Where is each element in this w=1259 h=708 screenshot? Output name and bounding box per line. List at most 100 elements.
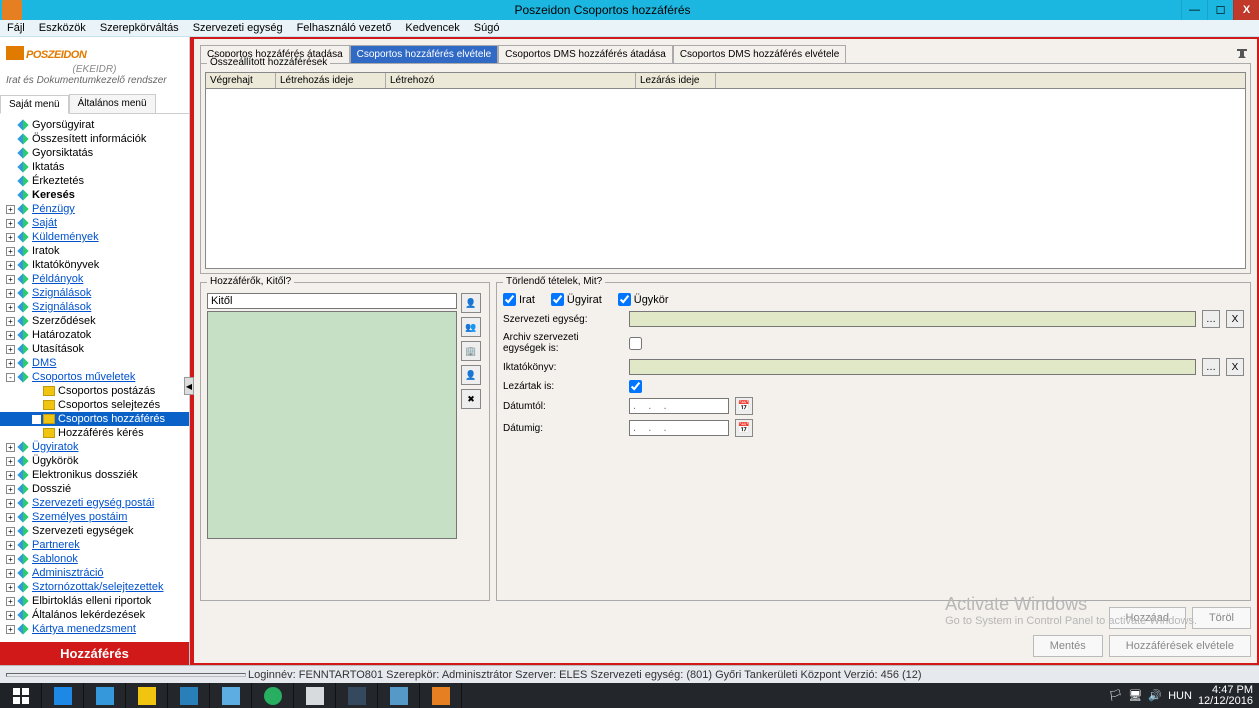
lookup-button-3[interactable]: 🏢	[461, 341, 481, 361]
menu-sugo[interactable]: Súgó	[467, 20, 507, 36]
datumtol-picker[interactable]: 📅	[735, 397, 753, 415]
taskbar-app4[interactable]	[294, 683, 336, 708]
sidebar-collapse-handle[interactable]: ◀	[184, 377, 194, 395]
tree-node[interactable]: +Dosszié	[0, 482, 189, 496]
kitol-listbox[interactable]	[207, 311, 457, 539]
col-letrehozo[interactable]: Létrehozó	[386, 73, 636, 88]
tree-node[interactable]: +Szerződések	[0, 314, 189, 328]
tree-node[interactable]: Gyorsiktatás	[0, 146, 189, 160]
menu-kedvencek[interactable]: Kedvencek	[398, 20, 466, 36]
lezartak-checkbox[interactable]	[629, 380, 642, 393]
hozzaad-button[interactable]: Hozzáad	[1109, 607, 1186, 629]
chk-ugyirat[interactable]: Ügyirat	[551, 293, 602, 306]
tray-sound-icon[interactable]: 🔊	[1148, 689, 1162, 702]
navigation-tree[interactable]: GyorsügyiratÖsszesített információkGyors…	[0, 114, 189, 642]
tray-clock[interactable]: 4:47 PM 12/12/2016	[1198, 685, 1253, 707]
tree-node[interactable]: +Példányok	[0, 272, 189, 286]
taskbar-files[interactable]	[126, 683, 168, 708]
lookup-button-2[interactable]: 👥	[461, 317, 481, 337]
tree-node[interactable]: Hozzáférés kérés	[0, 426, 189, 440]
tab-dms-elvetel[interactable]: Csoportos DMS hozzáférés elvétele	[673, 45, 847, 63]
elvetel-button[interactable]: Hozzáférések elvétele	[1109, 635, 1251, 657]
tree-node[interactable]: +Adminisztráció	[0, 566, 189, 580]
lookup-button-5[interactable]: ✖	[461, 389, 481, 409]
tree-node[interactable]: +Általános lekérdezések	[0, 608, 189, 622]
taskbar-poszeidon[interactable]	[420, 683, 462, 708]
tree-node[interactable]: Csoportos hozzáférés	[0, 412, 189, 426]
tree-node[interactable]: +Elektronikus dossziék	[0, 468, 189, 482]
chk-irat[interactable]: Irat	[503, 293, 535, 306]
kitol-input[interactable]	[207, 293, 457, 309]
archiv-checkbox[interactable]	[629, 337, 642, 350]
tree-node[interactable]: +Szignálások	[0, 286, 189, 300]
szerv-lookup[interactable]: …	[1202, 310, 1220, 328]
tree-node[interactable]: +Szignálások	[0, 300, 189, 314]
system-tray[interactable]: 🏳 🖥 🔊 HUN 4:47 PM 12/12/2016	[1102, 685, 1259, 707]
side-tab-altalanos[interactable]: Általános menü	[69, 94, 156, 113]
taskbar-app2[interactable]	[210, 683, 252, 708]
datumtol-input[interactable]	[629, 398, 729, 414]
tree-node[interactable]: +Személyes postáim	[0, 510, 189, 524]
tree-node[interactable]: +Sablonok	[0, 552, 189, 566]
tree-node[interactable]: +Ügykörök	[0, 454, 189, 468]
tree-node[interactable]: Keresés	[0, 188, 189, 202]
menu-fajl[interactable]: Fájl	[0, 20, 32, 36]
mentes-button[interactable]: Mentés	[1033, 635, 1103, 657]
tree-node[interactable]: Gyorsügyirat	[0, 118, 189, 132]
tree-node[interactable]: -Csoportos műveletek	[0, 370, 189, 384]
menu-felhasznalo[interactable]: Felhasználó vezető	[290, 20, 399, 36]
tree-node[interactable]: +Saját	[0, 216, 189, 230]
tree-node[interactable]: +Pénzügy	[0, 202, 189, 216]
tree-node[interactable]: Érkeztetés	[0, 174, 189, 188]
col-lezaras[interactable]: Lezárás ideje	[636, 73, 716, 88]
tab-dms-atadas[interactable]: Csoportos DMS hozzáférés átadása	[498, 45, 673, 63]
tree-node[interactable]: Összesített információk	[0, 132, 189, 146]
datumig-picker[interactable]: 📅	[735, 419, 753, 437]
lookup-button-4[interactable]: 👤	[461, 365, 481, 385]
lookup-button-1[interactable]: 👤	[461, 293, 481, 313]
tree-node[interactable]: +Sztornózottak/selejtezettek	[0, 580, 189, 594]
tree-node[interactable]: +Küldemények	[0, 230, 189, 244]
maximize-button[interactable]: ☐	[1207, 0, 1233, 20]
tree-node[interactable]: Csoportos selejtezés	[0, 398, 189, 412]
tray-network-icon[interactable]: 🖥	[1128, 689, 1142, 702]
tree-node[interactable]: Iktatás	[0, 160, 189, 174]
tree-node[interactable]: +Ügyiratok	[0, 440, 189, 454]
tree-node[interactable]: +Iktatókönyvek	[0, 258, 189, 272]
tree-node[interactable]: Csoportos postázás	[0, 384, 189, 398]
taskbar-explorer[interactable]	[42, 683, 84, 708]
close-button[interactable]: X	[1233, 0, 1259, 20]
taskbar-app3[interactable]	[252, 683, 294, 708]
menu-szervezeti[interactable]: Szervezeti egység	[186, 20, 290, 36]
menu-szerepkor[interactable]: Szerepkörváltás	[93, 20, 186, 36]
tree-node[interactable]: +Kártya menedzsment	[0, 622, 189, 636]
szerv-input[interactable]	[629, 311, 1196, 327]
tree-node[interactable]: +Szervezeti egységek	[0, 524, 189, 538]
taskbar-powershell[interactable]	[84, 683, 126, 708]
tree-node[interactable]: +Partnerek	[0, 538, 189, 552]
pin-icon[interactable]	[1235, 47, 1249, 61]
taskbar-app5[interactable]	[336, 683, 378, 708]
grid-body[interactable]	[205, 89, 1246, 269]
iktato-lookup[interactable]: …	[1202, 358, 1220, 376]
menu-eszkozok[interactable]: Eszközök	[32, 20, 93, 36]
datumig-input[interactable]	[629, 420, 729, 436]
tree-node[interactable]: +DMS	[0, 356, 189, 370]
iktato-input[interactable]	[629, 359, 1196, 375]
minimize-button[interactable]: —	[1181, 0, 1207, 20]
taskbar-app1[interactable]	[168, 683, 210, 708]
tree-node[interactable]: +Elbirtoklás elleni riportok	[0, 594, 189, 608]
tree-node[interactable]: +Határozatok	[0, 328, 189, 342]
tray-lang[interactable]: HUN	[1168, 690, 1192, 702]
tree-node[interactable]: +Utasítások	[0, 342, 189, 356]
col-vegrehajt[interactable]: Végrehajt	[206, 73, 276, 88]
iktato-clear[interactable]: X	[1226, 358, 1244, 376]
torol-button[interactable]: Töröl	[1192, 607, 1251, 629]
szerv-clear[interactable]: X	[1226, 310, 1244, 328]
taskbar-app6[interactable]	[378, 683, 420, 708]
tray-flag-icon[interactable]: 🏳	[1108, 689, 1122, 702]
tree-node[interactable]: +Iratok	[0, 244, 189, 258]
col-letrehozas[interactable]: Létrehozás ideje	[276, 73, 386, 88]
side-tab-sajat[interactable]: Saját menü	[0, 95, 69, 114]
start-button[interactable]	[0, 683, 42, 708]
